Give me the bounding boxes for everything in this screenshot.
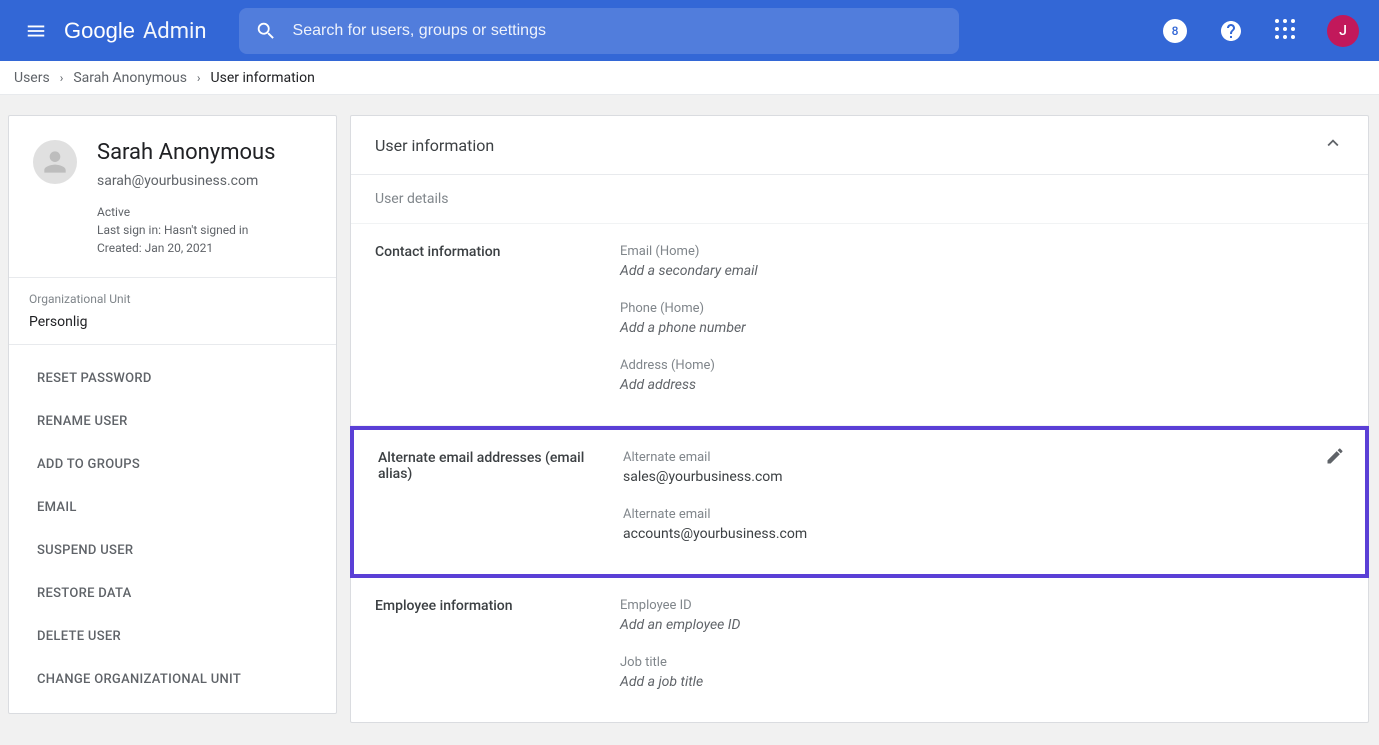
action-restore-data[interactable]: RESTORE DATA (9, 572, 336, 615)
action-rename-user[interactable]: RENAME USER (9, 400, 336, 443)
contact-info-heading: Contact information (375, 244, 620, 393)
employee-info-section[interactable]: Employee information Employee ID Add an … (351, 578, 1368, 722)
collapse-button[interactable] (1322, 132, 1344, 158)
edit-aliases-button[interactable] (1325, 446, 1345, 470)
badge-button[interactable]: 8 (1155, 11, 1195, 51)
search-icon (255, 20, 277, 42)
apps-button[interactable] (1267, 11, 1307, 51)
breadcrumb-user[interactable]: Sarah Anonymous (73, 70, 187, 86)
user-display-name: Sarah Anonymous (97, 140, 276, 165)
job-title-placeholder: Add a job title (620, 674, 1344, 690)
user-card-header: Sarah Anonymous sarah@yourbusiness.com A… (9, 116, 336, 277)
avatar: J (1327, 15, 1359, 47)
user-avatar[interactable] (33, 140, 77, 184)
alternate-email-value: sales@yourbusiness.com (623, 469, 1341, 485)
user-actions: RESET PASSWORD RENAME USER ADD TO GROUPS… (9, 344, 336, 713)
action-delete-user[interactable]: DELETE USER (9, 615, 336, 658)
pencil-icon (1325, 446, 1345, 466)
action-reset-password[interactable]: RESET PASSWORD (9, 357, 336, 400)
phone-home-field: Phone (Home) Add a phone number (620, 301, 1344, 336)
logo-google: Google (64, 18, 135, 44)
chevron-right-icon: › (60, 71, 64, 85)
breadcrumb-current: User information (211, 70, 315, 86)
address-home-label: Address (Home) (620, 358, 1344, 373)
person-icon (39, 146, 71, 178)
contact-info-section[interactable]: Contact information Email (Home) Add a s… (351, 224, 1368, 426)
content-title: User information (375, 136, 494, 155)
phone-home-placeholder: Add a phone number (620, 320, 1344, 336)
phone-home-label: Phone (Home) (620, 301, 1344, 316)
employee-id-label: Employee ID (620, 598, 1344, 613)
alternate-emails-heading: Alternate email addresses (email alias) (378, 450, 623, 542)
help-button[interactable] (1211, 11, 1251, 51)
alternate-email-label: Alternate email (623, 450, 1341, 465)
email-home-label: Email (Home) (620, 244, 1344, 259)
job-title-label: Job title (620, 655, 1344, 670)
user-last-signin: Last sign in: Hasn't signed in (97, 221, 276, 239)
menu-icon (25, 20, 47, 42)
account-button[interactable]: J (1323, 11, 1363, 51)
org-unit-value: Personlig (29, 314, 316, 330)
employee-info-heading: Employee information (375, 598, 620, 690)
alternate-email-label: Alternate email (623, 507, 1341, 522)
action-email[interactable]: EMAIL (9, 486, 336, 529)
employee-id-placeholder: Add an employee ID (620, 617, 1344, 633)
org-unit-section[interactable]: Organizational Unit Personlig (9, 277, 336, 344)
badge-count: 8 (1163, 19, 1187, 43)
user-created: Created: Jan 20, 2021 (97, 239, 276, 257)
email-home-placeholder: Add a secondary email (620, 263, 1344, 279)
address-home-field: Address (Home) Add address (620, 358, 1344, 393)
top-header: Google Admin 8 J (0, 0, 1379, 61)
org-unit-label: Organizational Unit (29, 292, 316, 306)
breadcrumb: Users › Sarah Anonymous › User informati… (0, 61, 1379, 95)
search-input[interactable] (293, 22, 943, 40)
logo-admin: Admin (143, 19, 207, 44)
chevron-up-icon (1322, 132, 1344, 154)
help-icon (1219, 19, 1243, 43)
chevron-right-icon: › (197, 71, 201, 85)
email-home-field: Email (Home) Add a secondary email (620, 244, 1344, 279)
hamburger-menu[interactable] (16, 11, 56, 51)
user-sidebar-card: Sarah Anonymous sarah@yourbusiness.com A… (8, 115, 337, 714)
user-details-subtitle: User details (351, 175, 1368, 224)
alternate-email-row: Alternate email accounts@yourbusiness.co… (623, 507, 1341, 542)
header-icons: 8 J (1155, 11, 1363, 51)
action-suspend-user[interactable]: SUSPEND USER (9, 529, 336, 572)
action-change-org-unit[interactable]: CHANGE ORGANIZATIONAL UNIT (9, 658, 336, 701)
logo[interactable]: Google Admin (64, 18, 207, 44)
user-primary-email: sarah@yourbusiness.com (97, 173, 276, 189)
address-home-placeholder: Add address (620, 377, 1344, 393)
main-content: Sarah Anonymous sarah@yourbusiness.com A… (0, 95, 1379, 745)
alternate-email-value: accounts@yourbusiness.com (623, 526, 1341, 542)
content-header[interactable]: User information (351, 116, 1368, 175)
job-title-field: Job title Add a job title (620, 655, 1344, 690)
breadcrumb-users[interactable]: Users (14, 70, 50, 86)
alternate-email-row: Alternate email sales@yourbusiness.com (623, 450, 1341, 485)
action-add-to-groups[interactable]: ADD TO GROUPS (9, 443, 336, 486)
apps-icon (1275, 19, 1299, 43)
user-status: Active (97, 203, 276, 221)
user-info-card: User information User details Contact in… (350, 115, 1369, 723)
alternate-emails-section[interactable]: Alternate email addresses (email alias) … (350, 426, 1369, 578)
employee-id-field: Employee ID Add an employee ID (620, 598, 1344, 633)
search-bar[interactable] (239, 8, 959, 54)
